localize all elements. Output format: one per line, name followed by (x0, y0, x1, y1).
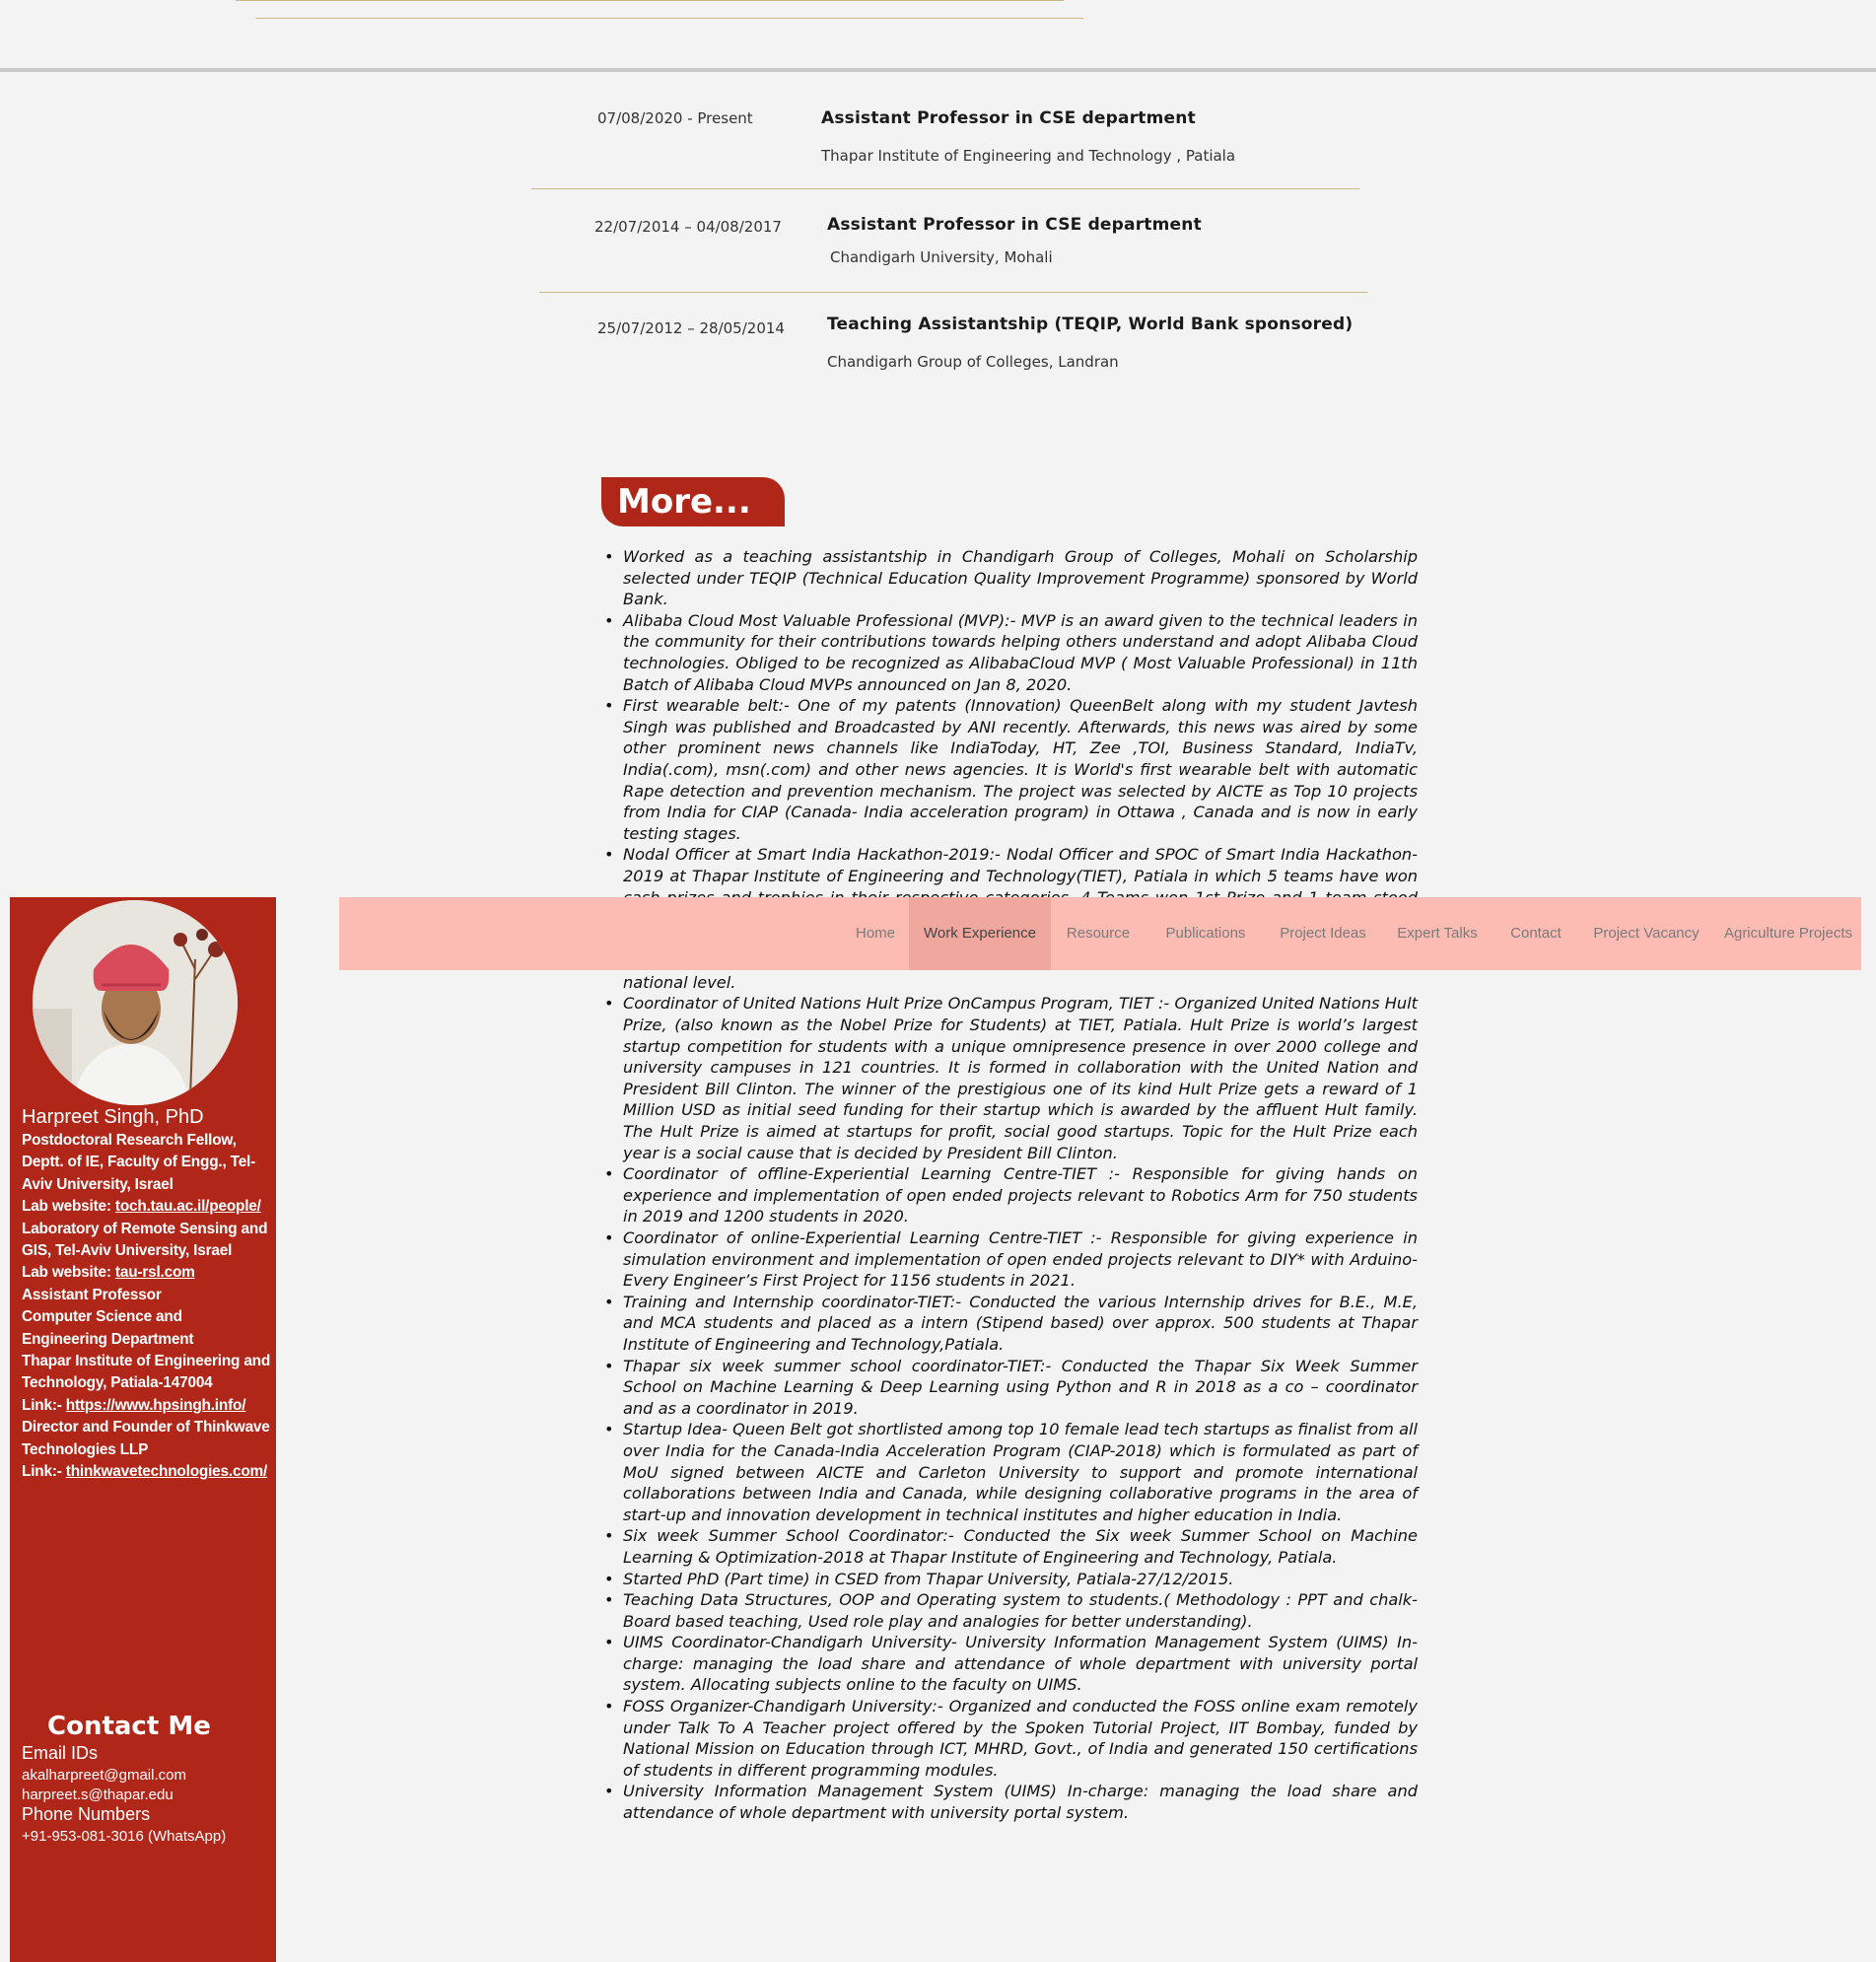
nav-publications[interactable]: Publications (1146, 897, 1266, 970)
list-item: Startup Idea- Queen Belt got shortlisted… (604, 1419, 1418, 1525)
list-item: Coordinator of United Nations Hult Prize… (604, 993, 1418, 1163)
top-divider-1 (236, 0, 1064, 1)
profile-line: Technology, Patiala-147004 (22, 1374, 213, 1392)
nav-project-ideas[interactable]: Project Ideas (1266, 897, 1380, 970)
experience-date: 22/07/2014 – 04/08/2017 (594, 218, 782, 236)
profile-line: Postdoctoral Research Fellow, (22, 1132, 237, 1149)
profile-line: Lab website: toch.tau.ac.il/people/ (22, 1196, 276, 1218)
link-label: Link:- (22, 1463, 66, 1481)
list-item: First wearable belt:- One of my patents … (604, 695, 1418, 844)
experience-divider (539, 292, 1367, 293)
list-item: Training and Internship coordinator-TIET… (604, 1292, 1418, 1356)
contact-heading: Contact Me (47, 1712, 211, 1741)
list-item: Coordinator of online-Experiential Learn… (604, 1227, 1418, 1292)
experience-date: 25/07/2012 – 28/05/2014 (597, 319, 785, 337)
profile-name: Harpreet Singh, PhD (22, 1106, 204, 1128)
profile-line: Link:- thinkwavetechnologies.com/ (22, 1461, 276, 1483)
email-address[interactable]: harpreet.s@thapar.edu (22, 1787, 174, 1803)
profile-line: Aviv University, Israel (22, 1175, 174, 1193)
list-item: UIMS Coordinator-Chandigarh University- … (604, 1632, 1418, 1696)
personal-website-link[interactable]: https://www.hpsingh.info/ (66, 1397, 246, 1414)
list-item: Alibaba Cloud Most Valuable Professional… (604, 610, 1418, 695)
profile-line: GIS, Tel-Aviv University, Israel (22, 1242, 233, 1260)
experience-org: Chandigarh Group of Colleges, Landran (827, 353, 1119, 371)
top-nav: Home Work Experience Resource Publicatio… (339, 897, 1861, 970)
profile-line: Technologies LLP (22, 1440, 149, 1458)
profile-line: Computer Science and (22, 1308, 182, 1326)
email-address[interactable]: akalharpreet@gmail.com (22, 1767, 186, 1784)
experience-title: Assistant Professor in CSE department (821, 108, 1196, 128)
experience-title: Assistant Professor in CSE department (827, 215, 1202, 235)
list-item: Worked as a teaching assistantship in Ch… (604, 546, 1418, 610)
nav-home[interactable]: Home (842, 897, 909, 970)
link-label: Link:- (22, 1396, 66, 1414)
nav-work-experience[interactable]: Work Experience (909, 897, 1051, 970)
list-item: Coordinator of offline-Experiential Lear… (604, 1163, 1418, 1227)
company-website-link[interactable]: thinkwavetechnologies.com/ (66, 1463, 268, 1480)
top-divider-2 (255, 18, 1083, 19)
experience-org: Chandigarh University, Mohali (830, 248, 1053, 266)
more-heading: More... (601, 477, 785, 526)
list-item: University Information Management System… (604, 1781, 1418, 1823)
experience-org: Thapar Institute of Engineering and Tech… (821, 147, 1236, 165)
profile-line: Engineering Department (22, 1330, 194, 1348)
profile-line: Link:- https://www.hpsingh.info/ (22, 1395, 276, 1417)
nav-contact[interactable]: Contact (1494, 897, 1577, 970)
nav-agriculture-projects[interactable]: Agriculture Projects (1715, 897, 1861, 970)
avatar (33, 900, 238, 1105)
profile-line: Director and Founder of Thinkwave (22, 1419, 270, 1436)
profile-line: Thapar Institute of Engineering and (22, 1353, 271, 1370)
header-rule (0, 68, 1876, 72)
profile-line: Deptt. of IE, Faculty of Engg., Tel- (22, 1154, 256, 1171)
phone-number[interactable]: +91-953-081-3016 (WhatsApp) (22, 1828, 226, 1845)
achievements-list: Worked as a teaching assistantship in Ch… (601, 546, 1418, 1824)
list-item: Six week Summer School Coordinator:- Con… (604, 1525, 1418, 1568)
nav-project-vacancy[interactable]: Project Vacancy (1577, 897, 1715, 970)
phone-heading: Phone Numbers (22, 1804, 151, 1824)
nav-resource[interactable]: Resource (1051, 897, 1146, 970)
lab-website-label: Lab website: (22, 1198, 115, 1216)
profile-details: Postdoctoral Research Fellow, Deptt. of … (22, 1130, 276, 1484)
list-item: Started PhD (Part time) in CSED from Tha… (604, 1569, 1418, 1590)
lab-website-link[interactable]: toch.tau.ac.il/people/ (115, 1198, 261, 1215)
lab-website-link[interactable]: tau-rsl.com (115, 1264, 195, 1281)
lab-website-label: Lab website: (22, 1264, 115, 1282)
nav-expert-talks[interactable]: Expert Talks (1380, 897, 1494, 970)
list-item: FOSS Organizer-Chandigarh University:- O… (604, 1696, 1418, 1781)
experience-title: Teaching Assistantship (TEQIP, World Ban… (827, 315, 1354, 334)
profile-line: Lab website: tau-rsl.com (22, 1262, 276, 1284)
email-heading: Email IDs (22, 1743, 99, 1763)
profile-photo (33, 900, 238, 1105)
list-item: Teaching Data Structures, OOP and Operat… (604, 1589, 1418, 1632)
profile-line: Assistant Professor (22, 1286, 162, 1303)
experience-date: 07/08/2020 - Present (597, 109, 753, 127)
list-item: Thapar six week summer school coordinato… (604, 1356, 1418, 1420)
profile-sidebar: Harpreet Singh, PhD Postdoctoral Researc… (10, 897, 276, 1962)
profile-line: Laboratory of Remote Sensing and (22, 1220, 268, 1237)
experience-divider (531, 188, 1359, 189)
